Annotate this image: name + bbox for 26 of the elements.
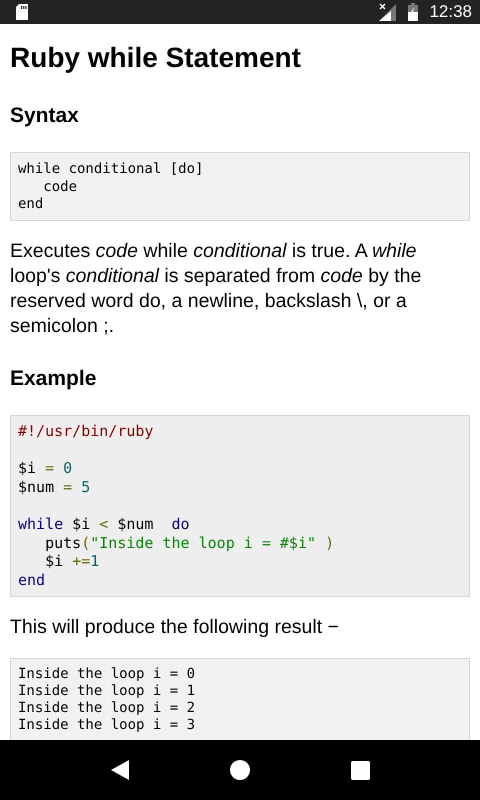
recents-icon[interactable] — [350, 760, 370, 780]
code-line: end — [18, 196, 44, 214]
section-heading: Example — [10, 366, 98, 392]
code-line: Inside the loop i = 0 — [18, 666, 196, 683]
no-signal-icon — [379, 3, 398, 21]
paragraph: This will produce the following result − — [10, 614, 340, 640]
page-title: Ruby while Statement — [10, 41, 302, 75]
code-line: code — [42, 178, 78, 196]
code-line: Inside the loop i = 2 — [18, 700, 196, 717]
code-line: Inside the loop i = 1 — [18, 682, 196, 700]
code-line: puts("Inside the loop i = #$i" ) — [44, 534, 334, 552]
code-line: Inside the loop i = 3 — [18, 716, 196, 734]
code-line: while conditional [do] — [18, 161, 204, 178]
code-line: $num = 5 — [18, 478, 90, 496]
clock-time: 12:38 — [429, 2, 472, 22]
back-icon[interactable] — [110, 760, 128, 780]
code-line: $i = 0 — [18, 458, 72, 478]
code-line: #!/usr/bin/ruby — [18, 422, 154, 440]
battery-charging-icon — [407, 3, 420, 21]
code-line: while $i < $num do — [18, 515, 190, 534]
code-line: $i +=1 — [44, 552, 100, 572]
section-heading: Syntax — [10, 103, 80, 129]
code-line: end — [18, 571, 46, 590]
paragraph: Executes code while conditional is true. A while loop's conditional is separated from code by the reserved word do, a newline, backslash \, or a semicolon ;. — [10, 238, 422, 338]
sd-card-icon — [14, 3, 30, 21]
home-icon[interactable] — [230, 760, 250, 780]
